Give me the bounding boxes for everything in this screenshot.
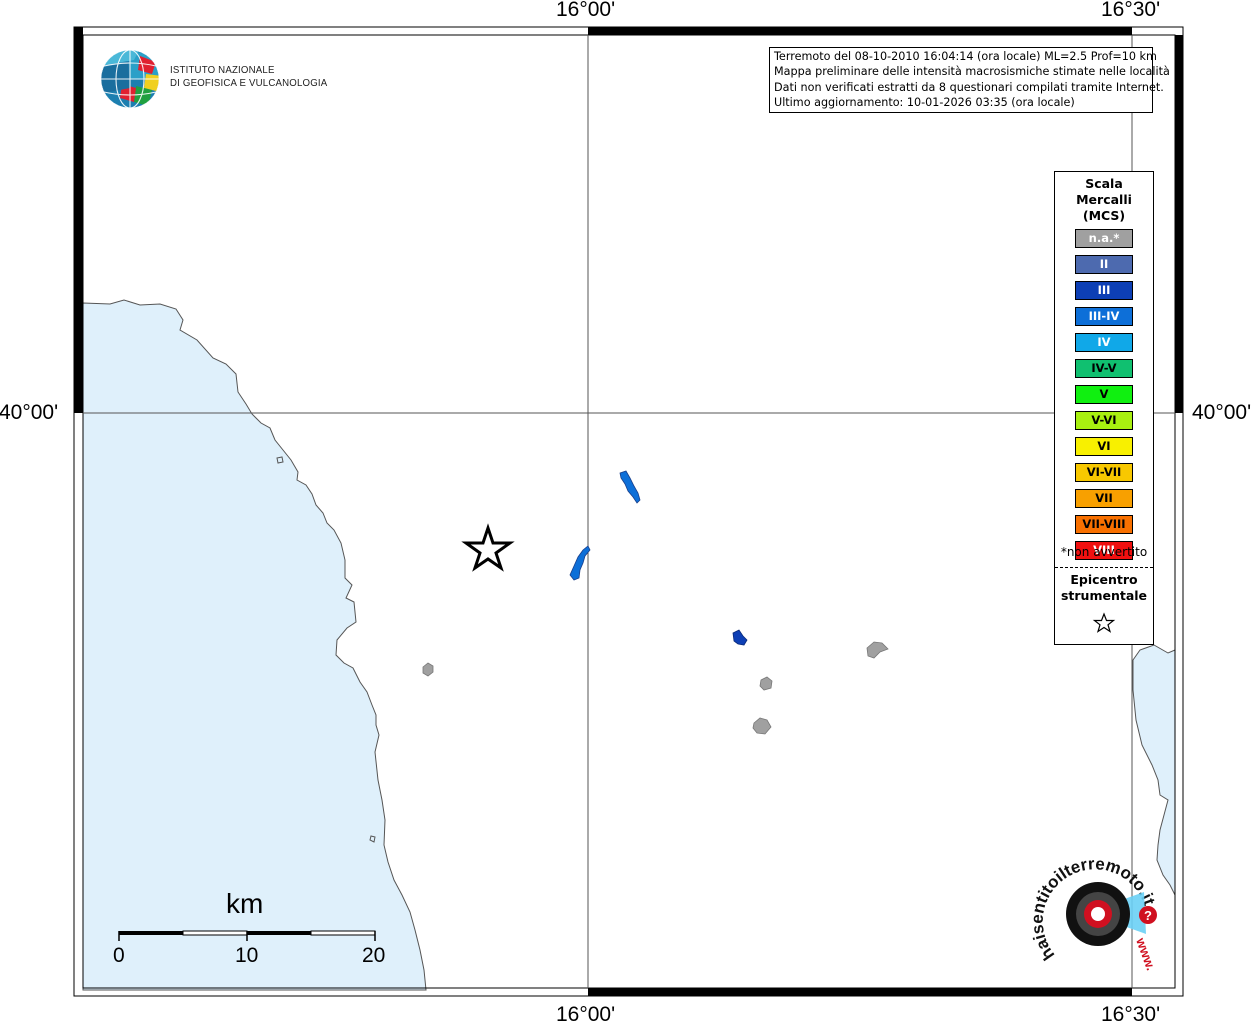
- legend-item: n.a.*: [1075, 229, 1133, 248]
- locality-not-available: [759, 676, 773, 691]
- legend-item: III-IV: [1075, 307, 1133, 326]
- frame-segment: [588, 27, 1132, 35]
- legend-item: VII: [1075, 489, 1133, 508]
- legend-item: IV-V: [1075, 359, 1133, 378]
- intensity-legend: Scala Mercalli (MCS) n.a.* II III III-IV IV I…: [1054, 171, 1154, 645]
- scale-bar-label-0: 0: [113, 944, 125, 967]
- legend-separator: [1055, 567, 1153, 568]
- institute-name: ISTITUTO NAZIONALE DI GEOFISICA E VULCAN…: [170, 64, 327, 90]
- info-line-3: Dati non verificati estratti da 8 questi…: [774, 80, 1164, 94]
- institute-line-2: DI GEOFISICA E VULCANOLOGIA: [170, 77, 328, 89]
- locality-not-available: [866, 641, 889, 659]
- scale-bar-label-10: 10: [235, 944, 259, 967]
- scale-bar-title: km: [226, 888, 264, 919]
- frame-segment: [74, 27, 83, 413]
- legend-item: III: [1075, 281, 1133, 300]
- sea-tyrrhenian: [82, 299, 427, 991]
- lon-label-bottom-16-30: 16°30': [1101, 1003, 1161, 1026]
- legend-item: V-VI: [1075, 411, 1133, 430]
- info-line-2: Mappa preliminare delle intensità macros…: [774, 65, 1170, 79]
- legend-star-icon: [1092, 612, 1116, 633]
- lat-label-left-40-00: 40°00': [0, 401, 59, 424]
- locality-intensity-iii-iv: [569, 545, 591, 581]
- frame-segment: [1175, 35, 1183, 413]
- frame-segment: [588, 988, 1132, 996]
- legend-epicenter-line: strumentale: [1060, 588, 1148, 603]
- legend-title: Scala Mercalli (MCS): [1055, 176, 1153, 224]
- legend-item: VII-VIII: [1075, 515, 1133, 534]
- legend-note: *non avvertito: [1060, 545, 1148, 559]
- legend-item: VI: [1075, 437, 1133, 456]
- www-text: www.: [1133, 935, 1159, 973]
- locality-intensity-iii: [732, 629, 748, 646]
- lat-label-right-40-00: 40°00': [1192, 401, 1252, 424]
- islet: [276, 456, 284, 464]
- legend-title-line: Mercalli: [1076, 192, 1132, 207]
- legend-item: V: [1075, 385, 1133, 404]
- legend-item: IV: [1075, 333, 1133, 352]
- epicenter-star-icon: [461, 523, 515, 572]
- legend-item: II: [1075, 255, 1133, 274]
- legend-item: VI-VII: [1075, 463, 1133, 482]
- legend-title-line: (MCS): [1082, 208, 1126, 223]
- locality-intensity-iii-iv: [619, 470, 641, 504]
- legend-epicenter-label: Epicentro strumentale: [1055, 572, 1153, 604]
- legend-items: n.a.* II III III-IV IV IV-V V V-VI VI VI-VII VII VI…: [1075, 229, 1135, 567]
- institute-line-1: ISTITUTO NAZIONALE: [170, 64, 275, 76]
- locality-not-available: [422, 662, 434, 677]
- info-line-1: Terremoto del 08-10-2010 16:04:14 (ora l…: [774, 50, 1157, 63]
- locality-not-available: [752, 717, 772, 735]
- svg-text:?: ?: [1144, 908, 1152, 923]
- legend-title-line: Scala: [1085, 176, 1123, 191]
- lon-label-top-16-00: 16°00': [556, 0, 616, 21]
- ingv-globe-logo: [100, 49, 160, 109]
- earthquake-info-box: Terremoto del 08-10-2010 16:04:14 (ora l…: [769, 47, 1170, 113]
- haisentito-logo: haisentitoilterremoto.it ? www.: [1028, 854, 1159, 973]
- lon-label-bottom-16-00: 16°00': [556, 1003, 616, 1026]
- legend-epicenter-line: Epicentro: [1070, 572, 1138, 587]
- lon-label-top-16-30: 16°30': [1101, 0, 1161, 21]
- info-line-4: Ultimo aggiornamento: 10-01-2026 03:35 (…: [774, 96, 1075, 110]
- scale-bar-label-20: 20: [362, 944, 386, 967]
